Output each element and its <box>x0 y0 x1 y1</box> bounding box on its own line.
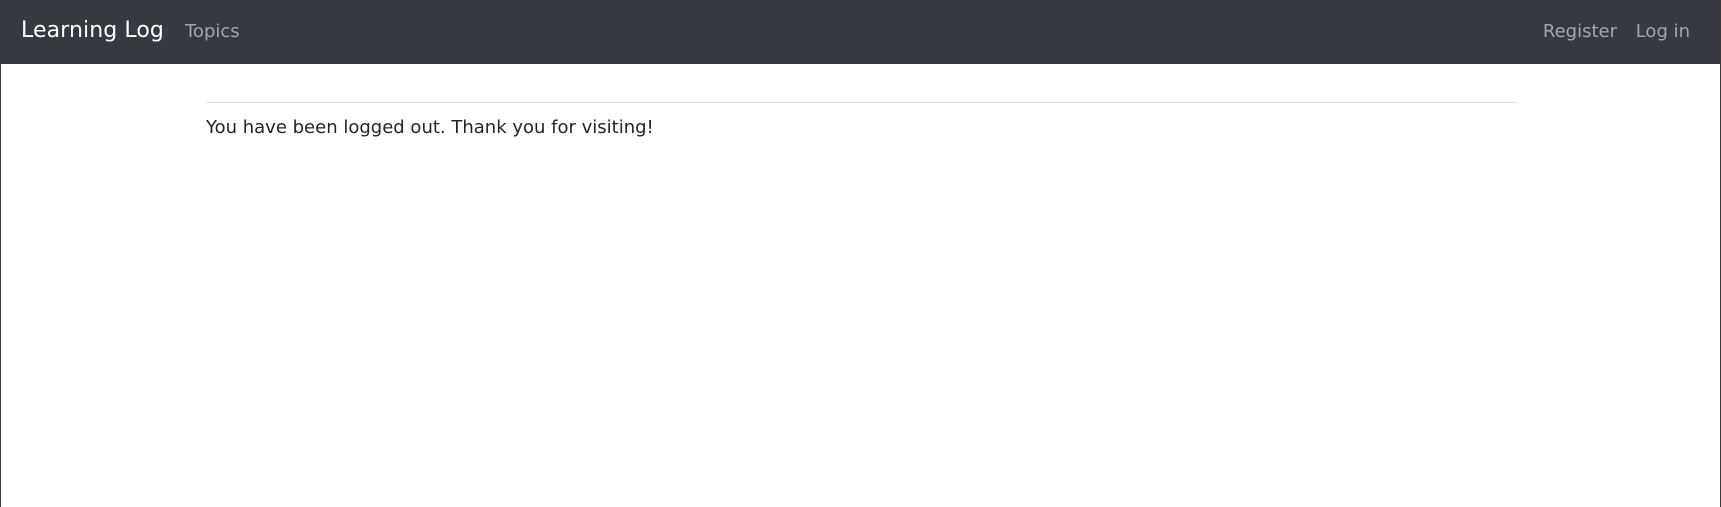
brand-link[interactable]: Learning Log <box>21 17 164 45</box>
main-content: You have been logged out. Thank you for … <box>206 102 1517 158</box>
content-divider <box>206 102 1517 103</box>
top-navbar: Learning Log Topics Register Log in <box>1 0 1720 64</box>
logout-message: You have been logged out. Thank you for … <box>206 117 654 138</box>
nav-register-link[interactable]: Register <box>1543 20 1617 44</box>
nav-topics-link[interactable]: Topics <box>185 20 240 44</box>
browser-page: Learning Log Topics Register Log in You … <box>0 0 1721 507</box>
nav-login-link[interactable]: Log in <box>1636 20 1690 44</box>
